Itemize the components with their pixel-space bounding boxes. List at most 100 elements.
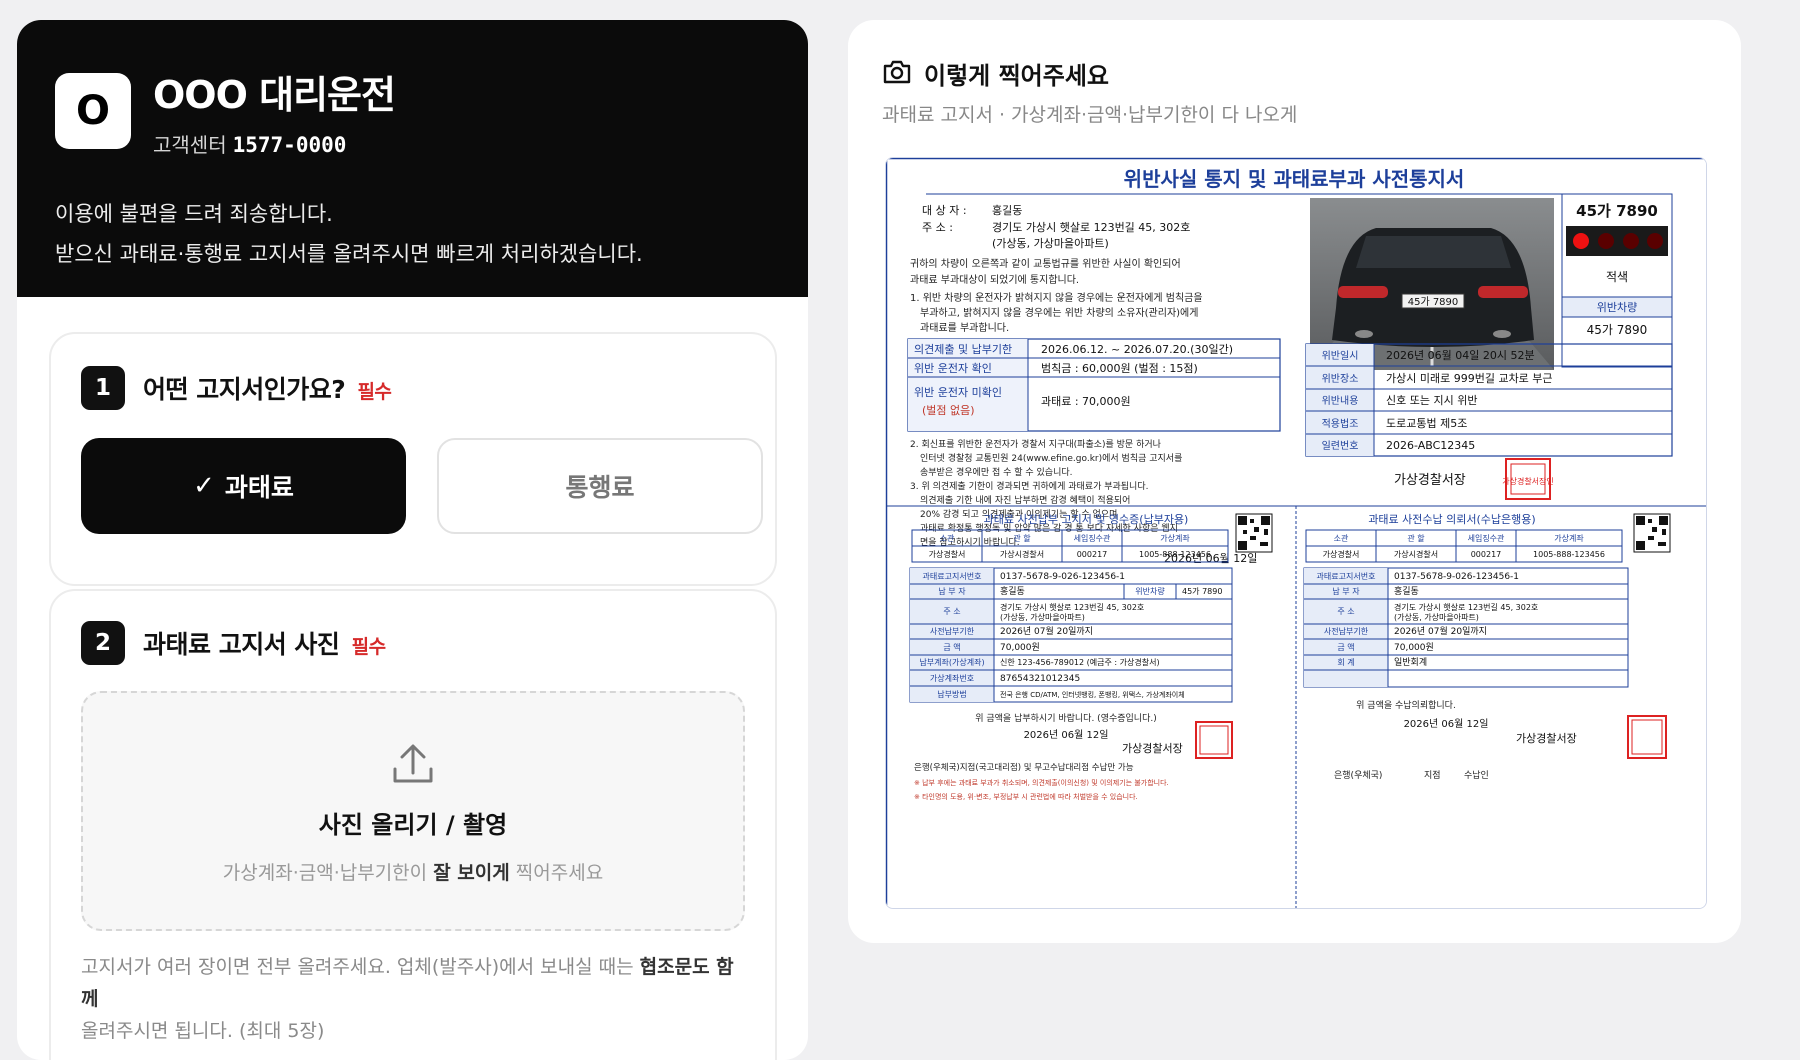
hdr-3: 가상계좌 [1160,533,1190,543]
car-plate: 45가 7890 [1408,296,1459,308]
info-label-3: 적용법조 [1322,418,1359,430]
question-title-text: 어떤 고지서인가요? [143,375,346,404]
l-value-7: 전국 은행 CD/ATM, 인터넷뱅킹, 폰뱅킹, 위택스, 가상계좌이체 [1000,690,1185,699]
bank-r-1: 지점 [1424,769,1441,781]
l-label-2: 주 소 [943,607,960,616]
hdr-1: 관 할 [1013,533,1031,543]
doc-confirm-value: 범칙금 : 60,000원 (벌점 : 15점) [1041,362,1198,375]
doc-plate-box: 45가 7890 적색 위반차량 45가 7890 [1561,193,1673,368]
doc-note-2c: 송부받은 경우에만 접 수 할 수 있습니다. [920,466,1073,478]
hdr-val-0: 가상경찰서 [929,549,966,559]
hdr-val-2: 000217 [1077,550,1108,559]
pay-note-left: 위 금액을 납부하시기 바랍니다. (영수증입니다.) [975,712,1157,724]
doc-note-1a: 1. 위반 차량의 운전자가 밝혀지지 않을 경우에는 운전자에게 범칙금을 [910,291,1203,304]
camera-icon [882,59,912,89]
info-label-2: 위반내용 [1322,394,1359,407]
doc-note-2a: 2. 회신표를 위반한 운전자가 경찰서 지구대(파출소)를 방문 하거나 [910,438,1161,450]
doc-target: 홍길동 [992,203,1022,217]
step-number-badge: 2 [81,621,125,665]
option-fine-button[interactable]: ✓ 과태료 [81,438,406,534]
qr-code-icon [1235,513,1273,553]
guide-title: 이렇게 찍어주세요 [924,62,1109,90]
r-hdr-3: 가상계좌 [1554,533,1584,543]
notice-text: 이용에 불편을 드려 죄송합니다. 받으신 과태료·통행료 고지서를 올려주시면… [55,194,770,274]
upload-hint-pre: 가상계좌·금액·납부기한이 [222,862,428,884]
customer-center: 고객센터 1577-0000 [153,129,395,158]
r-hdr-val-0: 가상경찰서 [1323,549,1360,559]
brand: O OOO 대리운전 고객센터 1577-0000 [55,64,770,158]
upload-hint-post: 찍어주세요 [515,862,604,884]
police-seal-icon [1195,721,1233,759]
date-right: 2026년 06월 12일 [1404,718,1489,730]
doc-opinion-label: 의견제출 및 납부기한 [914,343,1012,356]
doc-intro-2: 과태료 부과대상이 되었기에 통지합니다. [910,274,1079,286]
hdr-0: 소관 [940,533,955,543]
chief-left: 가상경찰서장 [1122,742,1183,755]
question-title: 어떤 고지서인가요? 필수 [143,370,392,406]
info-label-0: 위반일시 [1322,349,1359,362]
question-card-photo: 2 과태료 고지서 사진 필수 사진 올리기 / 촬영 가상계좌·금액·납부기한… [49,589,777,1060]
r-value-4: 70,000원 [1394,642,1434,653]
chief-right: 가상경찰서장 [1516,732,1577,745]
bank-r-0: 은행(우체국) [1334,769,1382,781]
info-label-4: 일련번호 [1322,440,1359,452]
r-label-2: 주 소 [1337,607,1354,616]
hdr-2: 세입징수관 [1074,533,1111,543]
doc-unconfirm-value: 과태료 : 70,000원 [1041,395,1131,408]
question-header: 2 과태료 고지서 사진 필수 [81,621,386,665]
r-value-2: 경기도 가상시 햇살로 123번길 45, 302호 [1394,602,1538,612]
doc-unconfirm-label: 위반 운전자 미확인 [914,386,1002,399]
doc-target-label: 대 상 자 : [922,204,967,217]
doc-addr1: 경기도 가상시 햇살로 123번길 45, 302호 [992,221,1190,234]
notice-line-1: 이용에 불편을 드려 죄송합니다. [55,202,333,226]
upload-title: 사진 올리기 / 촬영 [318,811,508,839]
required-badge: 필수 [357,381,392,403]
option-toll-button[interactable]: 통행료 [437,438,763,534]
r-label-3: 사전납부기한 [1324,626,1369,636]
r-label-5: 회 계 [1337,657,1354,667]
doc-vehicle: 45가 7890 [1587,323,1648,337]
doc-confirm-label: 위반 운전자 확인 [914,362,992,375]
r-hdr-val-2: 000217 [1471,550,1502,559]
sample-notice-document: 위반사실 통지 및 과태료부과 사전통지서 대 상 자 : 홍길동 주 소 : … [886,158,1706,908]
l-label-7: 납부방법 [937,689,966,699]
l-value-1: 홍길동 [1000,585,1025,597]
doc-addr2: (가상동, 가상마을아파트) [992,237,1109,250]
warn-1: ※ 납부 후에는 과태료 부과가 취소되며, 의견제출(이의신청) 및 이의제기… [914,778,1169,787]
info-label-1: 위반장소 [1322,372,1359,385]
r-value-2b: (가상동, 가상마을아파트) [1394,612,1479,622]
question-title-text: 과태료 고지서 사진 [143,630,340,659]
guide-subtitle: 과태료 고지서 · 가상계좌·금액·납부기한이 다 나오게 [882,104,1298,126]
company-logo: O [55,73,131,149]
seal-text: 가상경찰서장인 [1502,476,1554,486]
qr-code-icon [1633,513,1671,553]
info-value-4: 2026-ABC12345 [1386,439,1475,452]
r-hdr-val-1: 가상시경찰서 [1394,549,1438,559]
info-value-0: 2026년 06월 04일 20시 52분 [1386,348,1535,362]
upload-footnote: 고지서가 여러 장이면 전부 올려주세요. 업체(발주사)에서 보내실 때는 협… [81,951,751,1047]
pay-note-right: 위 금액을 수납의뢰합니다. [1356,699,1456,711]
doc-signal-color: 적색 [1606,270,1628,284]
doc-note-3b: 의견제출 기한 내에 자진 납부하면 감경 혜택이 적용되어 [920,494,1130,506]
l-value-4: 70,000원 [1000,642,1040,653]
doc-intro-1: 귀하의 차량이 오른쪽과 같이 교통법규를 위반한 사실이 확인되어 [910,257,1181,270]
doc-chief: 가상경찰서장 [1394,473,1466,488]
info-value-2: 신호 또는 지시 위반 [1386,394,1477,407]
guide-header: 이렇게 찍어주세요 [882,56,1109,91]
footnote-pre: 고지서가 여러 장이면 전부 올려주세요. 업체(발주사)에서 보내실 때는 [81,956,634,978]
r-hdr-0: 소관 [1334,533,1349,543]
info-value-1: 가상시 미래로 999번길 교차로 부근 [1386,372,1553,385]
hdr-val-1: 가상시경찰서 [1000,549,1044,559]
doc-vehicle-label: 위반차량 [1597,301,1637,314]
r-hdr-val-3: 1005-888-123456 [1533,550,1605,559]
b1-title: 과태료 사전납부 고지서 및 영수증(납부자용) [984,513,1189,526]
photo-upload-dropzone[interactable]: 사진 올리기 / 촬영 가상계좌·금액·납부기한이 잘 보이게 찍어주세요 [81,691,745,931]
warn-2: ※ 타인명의 도용, 위·변조, 부정납부 시 관련법에 따라 처벌받을 수 있… [914,792,1138,801]
l-label-3: 사전납부기한 [930,626,975,636]
r-value-5: 일반회계 [1394,656,1427,668]
l-value-3: 2026년 07월 20일까지 [1000,625,1093,637]
guide-panel: 이렇게 찍어주세요 과태료 고지서 · 가상계좌·금액·납부기한이 다 나오게 … [848,20,1741,943]
upload-hint: 가상계좌·금액·납부기한이 잘 보이게 찍어주세요 [83,858,743,885]
customer-center-phone[interactable]: 1577-0000 [233,133,347,157]
doc-opinion-value: 2026.06.12. ~ 2026.07.20.(30일간) [1041,342,1233,356]
